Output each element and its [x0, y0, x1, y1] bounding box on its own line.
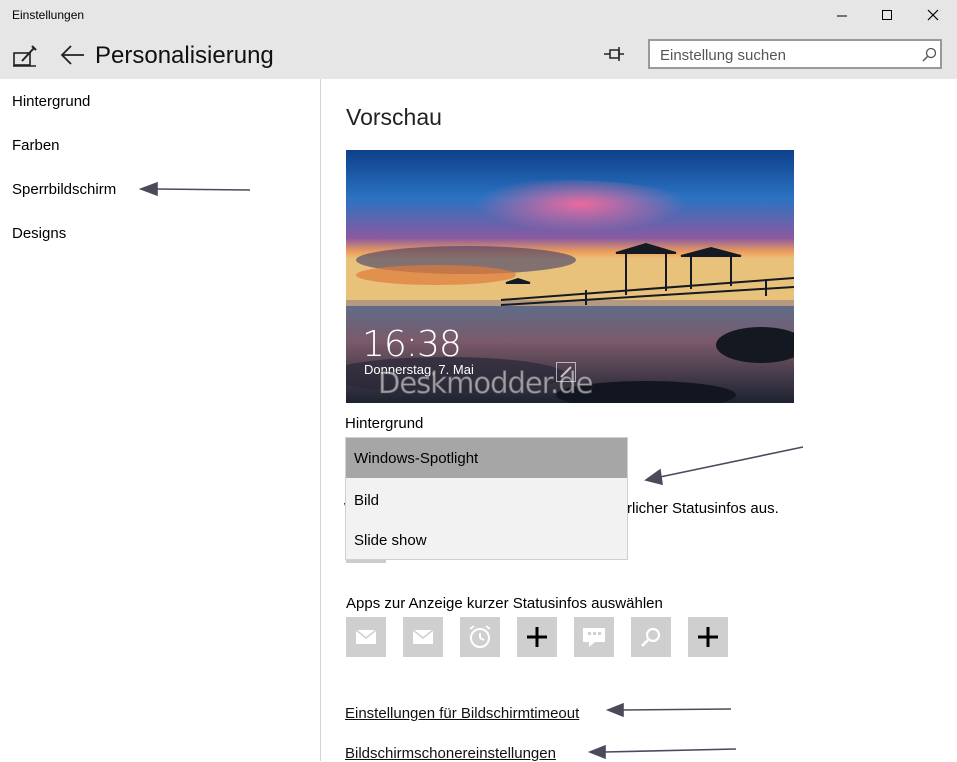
message-icon: [583, 628, 605, 647]
quick-status-label: Apps zur Anzeige kurzer Statusinfos ausw…: [346, 595, 663, 612]
preview-heading: Vorschau: [346, 104, 442, 130]
search-icon: [641, 627, 661, 647]
quick-status-app-2[interactable]: [403, 617, 443, 657]
add-icon: [698, 627, 718, 647]
lock-screen-time: 16:38: [362, 324, 462, 365]
dropdown-option-spotlight[interactable]: Windows-Spotlight: [346, 438, 627, 478]
quick-status-app-3[interactable]: [460, 617, 500, 657]
add-icon: [527, 627, 547, 647]
background-dropdown[interactable]: Windows-Spotlight Bild Slide show: [346, 438, 627, 559]
watermark-logo: [556, 362, 576, 382]
background-label: Hintergrund: [345, 415, 424, 432]
mail-icon: [355, 629, 377, 644]
dropdown-option-slideshow[interactable]: Slide show: [346, 520, 627, 560]
screensaver-settings-link[interactable]: Bildschirmschonereinstellungen: [345, 745, 556, 762]
quick-status-app-1[interactable]: [346, 617, 386, 657]
dropdown-option-bild[interactable]: Bild: [346, 480, 627, 520]
quick-status-app-5[interactable]: [574, 617, 614, 657]
quick-status-app-7[interactable]: [688, 617, 728, 657]
screen-timeout-settings-link[interactable]: Einstellungen für Bildschirmtimeout: [345, 705, 579, 722]
quick-status-app-4[interactable]: [517, 617, 557, 657]
quick-status-app-6[interactable]: [631, 617, 671, 657]
mail-icon: [412, 629, 434, 644]
alarm-icon: [469, 625, 491, 648]
detail-status-label: rlicher Statusinfos aus.: [627, 500, 779, 517]
